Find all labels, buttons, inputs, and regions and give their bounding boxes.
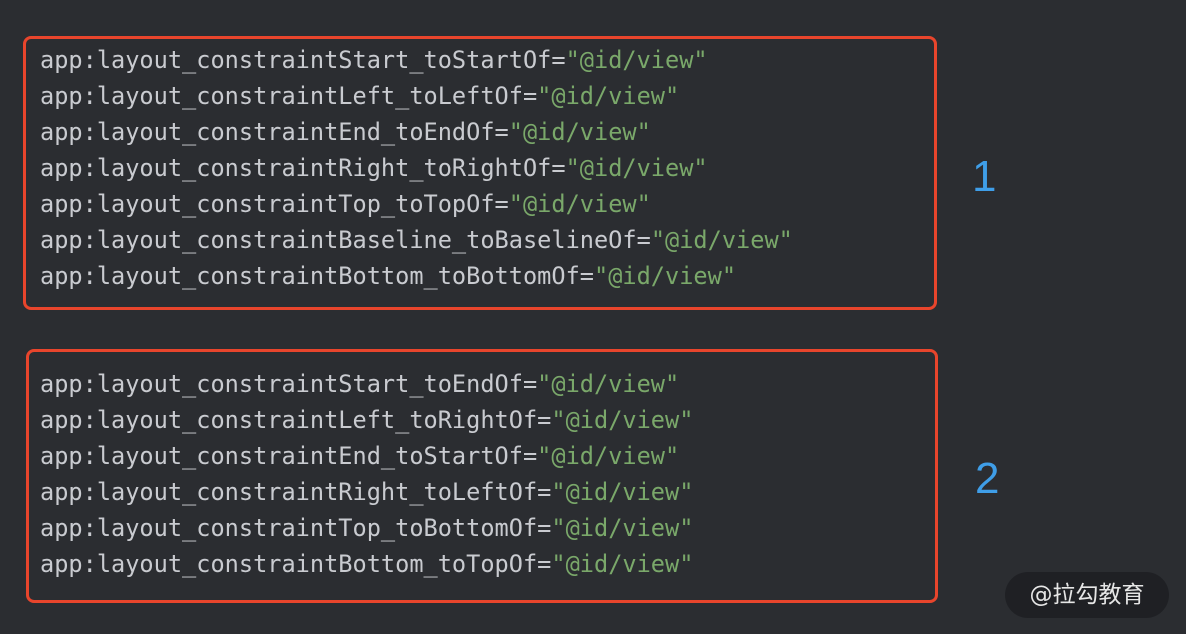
attribute-name: app:layout_constraintBottom_toTopOf= <box>40 550 552 578</box>
attribute-value: "@id/view" <box>537 442 680 470</box>
attribute-name: app:layout_constraintEnd_toEndOf= <box>40 118 509 146</box>
attribute-value: "@id/view" <box>565 154 708 182</box>
code-line: app:layout_constraintBottom_toBottomOf="… <box>40 258 793 294</box>
code-line: app:layout_constraintLeft_toLeftOf="@id/… <box>40 78 793 114</box>
code-line: app:layout_constraintBottom_toTopOf="@id… <box>40 546 693 582</box>
attribute-name: app:layout_constraintLeft_toLeftOf= <box>40 82 538 110</box>
attribute-name: app:layout_constraintStart_toStartOf= <box>40 46 566 74</box>
attribute-name: app:layout_constraintBaseline_toBaseline… <box>40 226 651 254</box>
code-line: app:layout_constraintEnd_toEndOf="@id/vi… <box>40 114 793 150</box>
attribute-value: "@id/view" <box>551 514 694 542</box>
attribute-value: "@id/view" <box>565 46 708 74</box>
attribute-value: "@id/view" <box>508 190 651 218</box>
code-line: app:layout_constraintRight_toLeftOf="@id… <box>40 474 693 510</box>
attribute-value: "@id/view" <box>551 478 694 506</box>
attribute-name: app:layout_constraintRight_toRightOf= <box>40 154 566 182</box>
attribute-name: app:layout_constraintTop_toTopOf= <box>40 190 509 218</box>
code-line: app:layout_constraintStart_toEndOf="@id/… <box>40 366 693 402</box>
code-line: app:layout_constraintStart_toStartOf="@i… <box>40 42 793 78</box>
attribute-value: "@id/view" <box>537 82 680 110</box>
group-2-code-lines: app:layout_constraintStart_toEndOf="@id/… <box>40 366 693 582</box>
attribute-value: "@id/view" <box>593 262 737 290</box>
group-1-code-lines: app:layout_constraintStart_toStartOf="@i… <box>40 42 793 294</box>
code-line: app:layout_constraintRight_toRightOf="@i… <box>40 150 793 186</box>
attribute-name: app:layout_constraintTop_toBottomOf= <box>40 514 552 542</box>
group-2-number: 2 <box>975 454 1000 503</box>
attribute-name: app:layout_constraintLeft_toRightOf= <box>40 406 552 434</box>
group-1-number: 1 <box>972 152 997 201</box>
attribute-name: app:layout_constraintRight_toLeftOf= <box>40 478 552 506</box>
attribute-name: app:layout_constraintBottom_toBottomOf= <box>40 262 594 290</box>
code-line: app:layout_constraintLeft_toRightOf="@id… <box>40 402 693 438</box>
code-line: app:layout_constraintTop_toBottomOf="@id… <box>40 510 693 546</box>
code-line: app:layout_constraintTop_toTopOf="@id/vi… <box>40 186 793 222</box>
attribute-value: "@id/view" <box>650 226 793 254</box>
attribute-value: "@id/view" <box>508 118 651 146</box>
attribute-value: "@id/view" <box>537 370 680 398</box>
code-line: app:layout_constraintBaseline_toBaseline… <box>40 222 793 258</box>
attribute-name: app:layout_constraintEnd_toStartOf= <box>40 442 538 470</box>
code-line: app:layout_constraintEnd_toStartOf="@id/… <box>40 438 693 474</box>
attribute-name: app:layout_constraintStart_toEndOf= <box>40 370 538 398</box>
attribute-value: "@id/view" <box>551 406 694 434</box>
attribute-value: "@id/view" <box>551 550 694 578</box>
watermark: @拉勾教育 <box>1005 572 1169 618</box>
